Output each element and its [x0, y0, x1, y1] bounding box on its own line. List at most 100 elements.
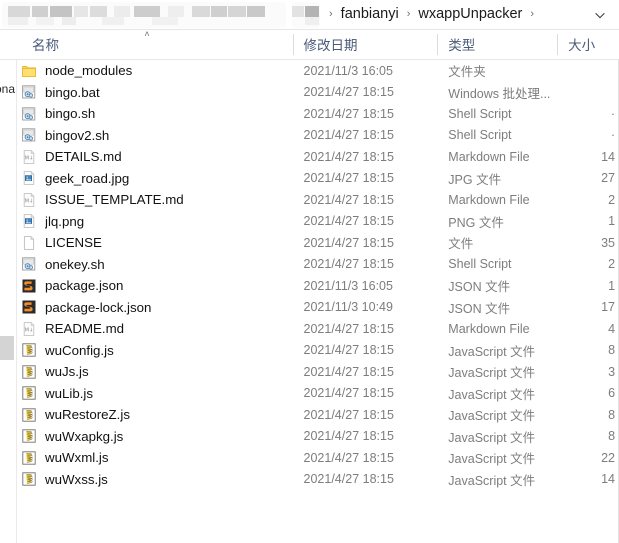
file-row[interactable]: wuWxss.js 2021/4/27 18:15 JavaScript 文件 14 — [18, 469, 619, 491]
file-row[interactable]: wuJs.js 2021/4/27 18:15 JavaScript 文件 3 — [18, 361, 619, 383]
file-row[interactable]: wuLib.js 2021/4/27 18:15 JavaScript 文件 6 — [18, 383, 619, 405]
file-name-label: wuWxss.js — [45, 471, 108, 487]
breadcrumb-separator-2[interactable]: › — [523, 9, 541, 20]
svg-text:M↓: M↓ — [25, 327, 34, 333]
file-date-modified: 2021/4/27 18:15 — [303, 343, 394, 358]
file-type: JavaScript 文件 — [448, 387, 536, 402]
column-header-name[interactable]: 名称 ˄ — [21, 29, 293, 59]
file-name-label: package.json — [45, 278, 124, 294]
column-header-name-label: 名称 — [32, 38, 59, 53]
column-header-size[interactable]: 大小 — [557, 29, 619, 59]
navigation-pane-clipped: ona — [0, 60, 17, 543]
file-date-modified: 2021/11/3 10:49 — [303, 300, 393, 315]
address-bar[interactable]: › fanbianyi › wxappUnpacker › — [0, 0, 619, 30]
address-path-redacted-tail[interactable] — [292, 1, 320, 28]
file-size-cell: 2 — [557, 257, 619, 271]
breadcrumb-item-wxappunpacker[interactable]: wxappUnpacker — [417, 5, 523, 24]
file-type: JavaScript 文件 — [448, 344, 536, 359]
file-size-cell: 35 — [557, 236, 619, 250]
chevron-down-icon[interactable] — [585, 1, 615, 29]
json-icon — [21, 299, 37, 315]
file-row[interactable]: onekey.sh 2021/4/27 18:15 Shell Script 2 — [18, 254, 619, 276]
file-type: Windows 批处理... — [448, 86, 551, 101]
file-name-label: bingov2.sh — [45, 127, 110, 143]
javascript-icon — [21, 471, 37, 487]
file-row-name-cell: package.json — [18, 278, 293, 294]
file-size-label: 1 — [608, 278, 616, 293]
file-size-cell: 3 — [557, 365, 619, 379]
file-size-cell: 14 — [557, 150, 619, 164]
file-size-cell: 8 — [557, 429, 619, 443]
file-row-name-cell: M↓ DETAILS.md — [18, 149, 293, 165]
javascript-icon — [21, 385, 37, 401]
file-row-name-cell: geek_road.jpg — [18, 170, 293, 186]
javascript-icon — [21, 364, 37, 380]
file-row[interactable]: geek_road.jpg 2021/4/27 18:15 JPG 文件 27 — [18, 168, 619, 190]
file-type: Markdown File — [448, 321, 530, 336]
file-name-label: wuJs.js — [45, 364, 89, 380]
script-icon — [21, 256, 37, 272]
file-name-label: wuLib.js — [45, 385, 94, 401]
file-date-modified: 2021/4/27 18:15 — [303, 149, 394, 164]
column-header-row: 名称 ˄ 修改日期 类型 大小 — [0, 30, 619, 60]
file-row[interactable]: wuWxml.js 2021/4/27 18:15 JavaScript 文件 22 — [18, 447, 619, 469]
file-row[interactable]: wuWxapkg.js 2021/4/27 18:15 JavaScript 文件 8 — [18, 426, 619, 448]
file-size-label: 4 — [608, 321, 616, 336]
column-header-type[interactable]: 类型 — [437, 29, 557, 59]
address-path-redacted[interactable] — [2, 1, 286, 28]
script-icon — [21, 106, 37, 122]
file-date-modified: 2021/4/27 18:15 — [303, 429, 394, 444]
file-row[interactable]: LICENSE 2021/4/27 18:15 文件 35 — [18, 232, 619, 254]
file-name-label: node_modules — [45, 63, 133, 79]
file-row[interactable]: bingo.bat 2021/4/27 18:15 Windows 批处理... — [18, 82, 619, 104]
file-type: JavaScript 文件 — [448, 452, 536, 467]
file-size-cell: 2 — [557, 193, 619, 207]
file-type: Markdown File — [448, 192, 530, 207]
file-row-name-cell: jlq.png — [18, 213, 293, 229]
file-date-modified: 2021/4/27 18:15 — [303, 386, 394, 401]
file-row[interactable]: package-lock.json 2021/11/3 10:49 JSON 文件 1… — [18, 297, 619, 319]
file-name-label: wuRestoreZ.js — [45, 407, 130, 423]
file-size-cell: · — [557, 128, 619, 142]
file-row[interactable]: jlq.png 2021/4/27 18:15 PNG 文件 1 — [18, 211, 619, 233]
file-list: node_modules 2021/11/3 16:05 文件夹 bingo.bat 2… — [18, 60, 619, 543]
file-type: Markdown File — [448, 149, 530, 164]
file-row[interactable]: package.json 2021/11/3 16:05 JSON 文件 1 — [18, 275, 619, 297]
image-icon — [21, 170, 37, 186]
file-type: JSON 文件 — [448, 280, 511, 295]
file-date-modified: 2021/4/27 18:15 — [303, 192, 394, 207]
scrollbar-thumb[interactable] — [0, 336, 14, 360]
file-row-name-cell: package-lock.json — [18, 299, 293, 315]
file-row[interactable]: wuRestoreZ.js 2021/4/27 18:15 JavaScript 文… — [18, 404, 619, 426]
column-header-date-modified[interactable]: 修改日期 — [292, 29, 438, 59]
file-size-label: 17 — [601, 300, 616, 315]
file-row-name-cell: M↓ ISSUE_TEMPLATE.md — [18, 192, 293, 208]
file-type: PNG 文件 — [448, 215, 504, 230]
file-row[interactable]: wuConfig.js 2021/4/27 18:15 JavaScript 文件 8 — [18, 340, 619, 362]
file-type: Shell Script — [448, 128, 512, 143]
file-size-cell — [557, 64, 619, 78]
blank-file-icon — [21, 235, 37, 251]
file-size-cell: 27 — [557, 171, 619, 185]
file-size-label: 14 — [601, 472, 616, 487]
column-header-size-label: 大小 — [568, 38, 596, 53]
breadcrumb-item-fanbianyi[interactable]: fanbianyi — [340, 5, 400, 24]
file-date-modified: 2021/4/27 18:15 — [303, 235, 394, 250]
file-row[interactable]: M↓ DETAILS.md 2021/4/27 18:15 Markdown File… — [18, 146, 619, 168]
file-row[interactable]: M↓ ISSUE_TEMPLATE.md 2021/4/27 18:15 Markdo… — [18, 189, 619, 211]
file-row[interactable]: node_modules 2021/11/3 16:05 文件夹 — [18, 60, 619, 82]
file-row[interactable]: bingo.sh 2021/4/27 18:15 Shell Script · — [18, 103, 619, 125]
file-row-name-cell: node_modules — [18, 63, 293, 79]
file-date-modified: 2021/4/27 18:15 — [303, 171, 394, 186]
file-row[interactable]: M↓ README.md 2021/4/27 18:15 Markdown File 4 — [18, 318, 619, 340]
file-name-label: bingo.sh — [45, 106, 96, 122]
breadcrumb-separator-1[interactable]: › — [400, 9, 418, 20]
file-size-label: 1 — [608, 214, 616, 229]
file-size-cell: 8 — [557, 408, 619, 422]
file-name-label: wuWxapkg.js — [45, 428, 124, 444]
file-date-modified: 2021/11/3 16:05 — [303, 63, 393, 78]
file-row[interactable]: bingov2.sh 2021/4/27 18:15 Shell Script · — [18, 125, 619, 147]
file-row-name-cell: wuConfig.js — [18, 342, 293, 358]
script-icon — [21, 84, 37, 100]
file-name-label: jlq.png — [45, 213, 85, 229]
